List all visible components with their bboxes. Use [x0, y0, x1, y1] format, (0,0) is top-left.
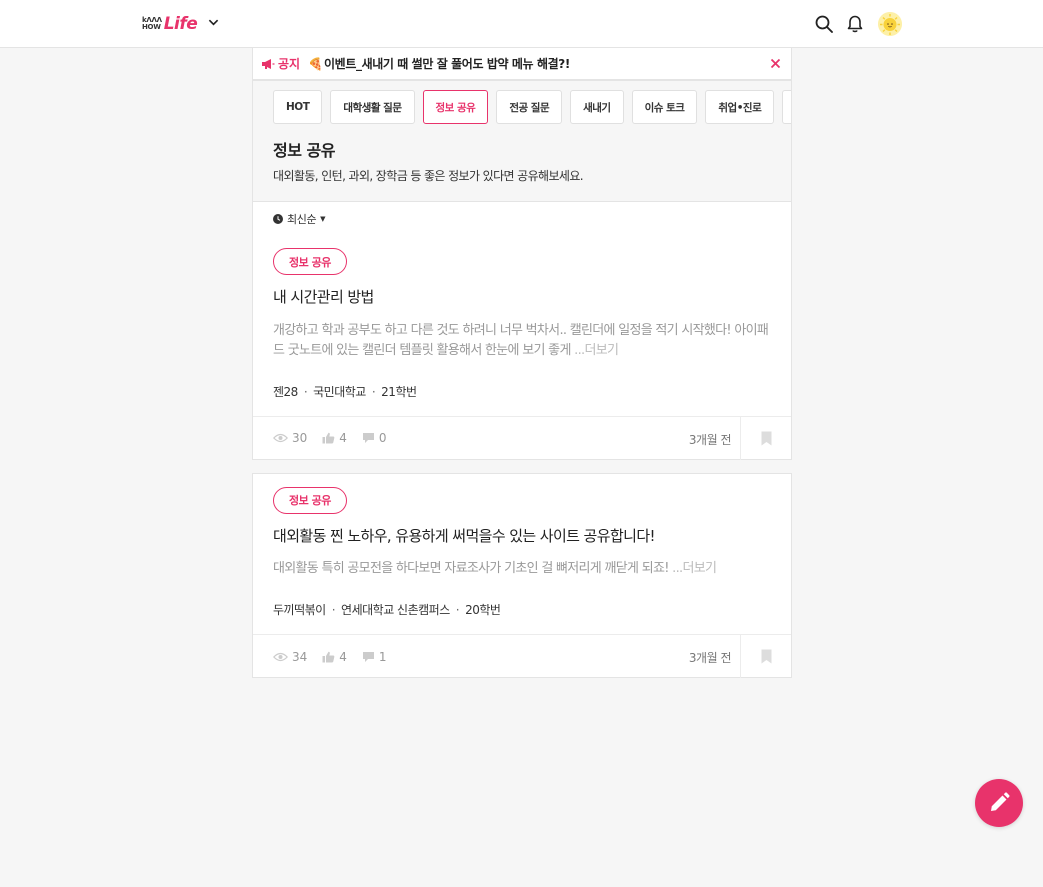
close-icon[interactable]	[770, 58, 781, 69]
notice-label: 공지	[278, 57, 301, 71]
bookmark-button[interactable]	[740, 416, 791, 460]
post-excerpt[interactable]: 개강하고 학과 공부도 하고 다른 것도 하려니 너무 벅차서.. 캘린더에 일…	[273, 321, 771, 361]
tab-freshman[interactable]: 새내기	[570, 90, 624, 124]
post-timestamp: 3개월 전	[688, 651, 732, 665]
post-year: 20학번	[465, 603, 501, 617]
chevron-down-icon[interactable]	[208, 17, 219, 28]
meta-separator: ·	[303, 384, 308, 399]
main-column: 공지 🍕 이벤트_새내기 때 썰만 잘 풀어도 밥약 메뉴 해결?! HOT 대…	[252, 48, 792, 678]
bookmark-button[interactable]	[740, 635, 791, 678]
top-header: kΛΛΛ HOW Life	[0, 0, 1043, 48]
category-tabs: HOT 대학생활 질문 정보 공유 전공 질문 새내기 이슈 토크 취업•진로 …	[273, 90, 791, 124]
notice-bar[interactable]: 공지 🍕 이벤트_새내기 때 썰만 잘 풀어도 밥약 메뉴 해결?!	[252, 48, 792, 80]
post-stats: 30 4 0	[273, 417, 402, 460]
bell-icon[interactable]	[845, 14, 865, 34]
post-school: 국민대학교	[313, 384, 366, 399]
tab-campus-life-question[interactable]: 대학생활 질문	[330, 90, 415, 124]
read-more-link[interactable]: ...더보기	[574, 343, 619, 358]
post-tag[interactable]: 정보 공유	[273, 248, 347, 275]
like-count[interactable]: 4	[322, 431, 347, 445]
thumbs-up-icon	[322, 432, 335, 444]
post-author[interactable]: 젠28	[273, 385, 298, 399]
logo-text: Life	[163, 14, 198, 34]
view-count-value: 30	[292, 431, 308, 445]
tab-dating[interactable]: 연애	[782, 90, 791, 124]
comment-count[interactable]: 0	[362, 431, 387, 445]
post-stats: 34 4 1	[273, 635, 402, 678]
like-count-value: 4	[339, 431, 347, 445]
tab-issue-talk[interactable]: 이슈 토크	[631, 90, 698, 124]
read-more-link[interactable]: ...더보기	[672, 561, 717, 576]
post-card[interactable]: 정보 공유 내 시간관리 방법 개강하고 학과 공부도 하고 다른 것도 하려니…	[252, 235, 792, 460]
eye-icon	[273, 433, 288, 443]
pizza-icon: 🍕	[308, 56, 324, 71]
notice-title[interactable]: 이벤트_새내기 때 썰만 잘 풀어도 밥약 메뉴 해결?!	[324, 55, 570, 72]
bookmark-icon	[761, 649, 771, 664]
post-excerpt[interactable]: 대외활동 특히 공모전을 하다보면 자료조사가 기초인 걸 뼈저리게 깨닫게 되…	[273, 559, 771, 579]
sort-dropdown[interactable]: 최신순 ▼	[253, 202, 791, 235]
post-excerpt-text: 대외활동 특히 공모전을 하다보면 자료조사가 기초인 걸 뼈저리게 깨닫게 되…	[273, 561, 673, 576]
post-meta: 두끼떡볶이 · 연세대학교 신촌캠퍼스 · 20학번	[273, 601, 771, 617]
comment-count-value: 1	[378, 649, 387, 664]
view-count: 30	[273, 431, 307, 445]
tab-career[interactable]: 취업•진로	[705, 90, 775, 124]
comment-icon	[362, 651, 374, 662]
post-title[interactable]: 내 시간관리 방법	[273, 288, 771, 308]
clock-icon	[273, 213, 283, 224]
tab-info-share[interactable]: 정보 공유	[422, 90, 489, 124]
post-title[interactable]: 대외활동 찐 노하우, 유용하게 써먹을수 있는 사이트 공유합니다!	[273, 527, 771, 547]
post-timestamp: 3개월 전	[688, 432, 732, 447]
sun-avatar-icon	[878, 12, 902, 36]
page-title: 정보 공유	[273, 141, 335, 160]
logo[interactable]: kΛΛΛ HOW Life	[142, 13, 198, 35]
post-card[interactable]: 정보 공유 대외활동 찐 노하우, 유용하게 써먹을수 있는 사이트 공유합니다…	[252, 472, 792, 678]
meta-separator: ·	[371, 384, 376, 399]
comment-count-value: 0	[378, 431, 387, 445]
feed-sort-area: 최신순 ▼	[252, 202, 792, 235]
eye-icon	[273, 652, 288, 661]
meta-separator: ·	[331, 603, 336, 617]
post-school: 연세대학교 신촌캠퍼스	[341, 603, 450, 617]
caret-down-icon: ▼	[320, 214, 326, 223]
logo-mark: kΛΛΛ HOW	[142, 17, 162, 31]
like-count[interactable]: 4	[322, 650, 347, 664]
tab-hot[interactable]: HOT	[273, 90, 323, 124]
comment-count[interactable]: 1	[362, 650, 387, 664]
post-author[interactable]: 두끼떡볶이	[273, 603, 326, 617]
write-post-button[interactable]	[975, 779, 1023, 827]
post-meta: 젠28 · 국민대학교 · 21학번	[273, 383, 771, 399]
post-footer: 30 4 0 3개월 전	[253, 415, 791, 460]
pencil-icon	[991, 792, 1010, 811]
thumbs-up-icon	[322, 651, 335, 662]
avatar[interactable]	[878, 12, 902, 36]
post-excerpt-text: 개강하고 학과 공부도 하고 다른 것도 하려니 너무 벅차서.. 캘린더에 일…	[273, 322, 769, 358]
post-tag[interactable]: 정보 공유	[273, 486, 347, 514]
view-count-value: 34	[292, 649, 308, 664]
like-count-value: 4	[339, 649, 347, 664]
view-count: 34	[273, 650, 307, 664]
page-description: 대외활동, 인턴, 과외, 장학금 등 좋은 정보가 있다면 공유해보세요.	[273, 169, 584, 183]
post-year: 21학번	[381, 384, 417, 399]
post-footer: 34 4 1 3개월 전	[253, 634, 791, 678]
meta-separator: ·	[455, 603, 460, 617]
tab-major-question[interactable]: 전공 질문	[496, 90, 563, 124]
bookmark-icon	[761, 431, 771, 445]
sort-label: 최신순	[287, 212, 317, 226]
logo-mark-bottom: HOW	[142, 23, 161, 31]
board-header: HOT 대학생활 질문 정보 공유 전공 질문 새내기 이슈 토크 취업•진로 …	[252, 80, 792, 202]
comment-icon	[362, 433, 374, 443]
search-icon[interactable]	[814, 14, 834, 34]
megaphone-icon	[262, 58, 275, 69]
post-gap	[252, 459, 792, 473]
